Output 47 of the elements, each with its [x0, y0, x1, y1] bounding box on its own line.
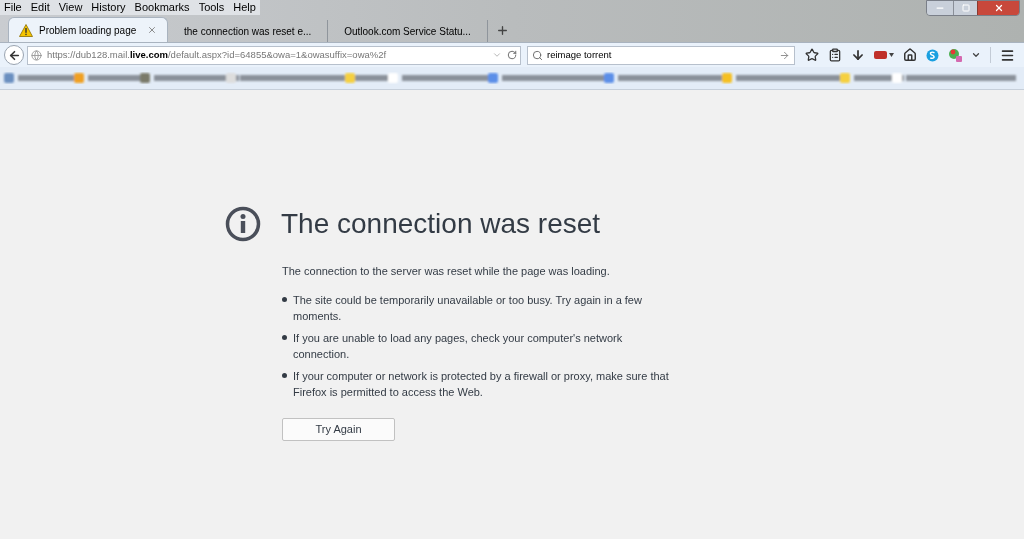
browser-tab[interactable]: Problem loading page — [8, 17, 168, 42]
bullet-text: If you are unable to load any pages, check your computer's network connection. — [293, 330, 624, 362]
tab-title: the connection was reset e... — [184, 24, 312, 39]
error-title: The connection was reset — [281, 210, 601, 238]
clipboard-icon[interactable] — [828, 48, 842, 62]
globe-badge-icon[interactable] — [948, 48, 962, 62]
home-icon[interactable] — [903, 48, 917, 62]
search-icon — [532, 49, 543, 61]
bullet-text: The site could be temporarily unavailable or too busy. Try again in a few moments. — [293, 292, 643, 324]
menu-item[interactable]: File — [4, 2, 22, 13]
go-arrow-icon[interactable] — [779, 49, 790, 61]
search-text: reimage torrent — [547, 47, 613, 62]
close-button[interactable] — [977, 1, 1019, 15]
menu-item[interactable]: History — [91, 2, 126, 13]
menu-item[interactable]: Edit — [30, 2, 50, 13]
menu-icon[interactable] — [1000, 47, 1015, 63]
back-arrow-icon — [7, 48, 21, 62]
bullet-icon — [282, 296, 287, 302]
maximize-icon — [961, 4, 970, 12]
info-icon — [225, 206, 261, 242]
globe-icon — [31, 49, 42, 61]
error-description: The connection to the server was reset while the page was loading. — [282, 264, 611, 279]
back-button[interactable] — [4, 45, 24, 65]
new-tab-icon[interactable] — [496, 24, 509, 37]
warning-icon — [19, 23, 33, 37]
download-icon[interactable] — [851, 48, 865, 62]
bullet-text: If your computer or network is protected by a firewall or proxy, make sure that Firefox is permitted to access the Web. — [293, 368, 670, 400]
menu-item[interactable]: Tools — [198, 2, 225, 13]
skype-icon[interactable] — [926, 48, 939, 62]
url-text: https://dub128.mail.live.com/default.aspx?id=64855&owa=1&owasuffix=owa%2f — [47, 47, 388, 62]
reload-icon[interactable] — [507, 50, 517, 60]
dropdown-icon[interactable] — [971, 50, 981, 60]
tab-title: Outlook.com Service Statu... — [344, 24, 471, 39]
bullet-icon — [282, 372, 287, 378]
star-icon[interactable] — [805, 48, 819, 62]
address-field[interactable]: https://dub128.mail.live.com/default.aspx?id=64855&owa=1&owasuffix=owa%2f — [27, 45, 521, 65]
bullet-icon — [282, 334, 287, 340]
close-tab-icon[interactable] — [147, 25, 157, 35]
menu-item[interactable]: Bookmarks — [134, 2, 190, 13]
maximize-button[interactable] — [953, 1, 977, 15]
close-icon — [993, 3, 1004, 13]
menu-item[interactable]: View — [58, 2, 83, 13]
menu-item[interactable]: Help — [233, 2, 256, 13]
try-again-button[interactable]: Try Again — [282, 417, 395, 441]
tab-title: Problem loading page — [39, 23, 138, 38]
hd-badge-icon[interactable] — [874, 50, 894, 60]
search-field[interactable]: reimage torrent — [527, 45, 795, 65]
